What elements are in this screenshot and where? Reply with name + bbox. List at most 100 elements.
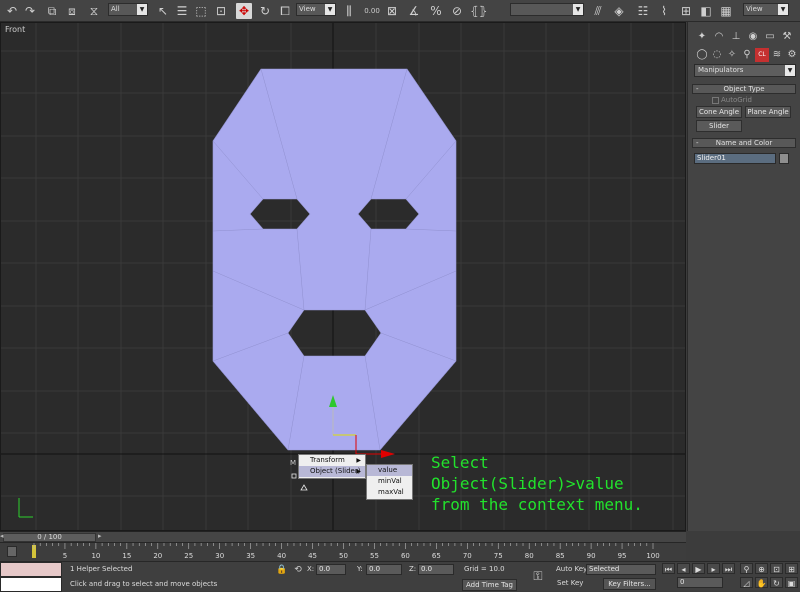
shapes-icon[interactable]: ◌: [710, 48, 724, 62]
lock-selection-icon[interactable]: 🔒: [274, 562, 290, 578]
collapse-icon: -: [696, 139, 699, 147]
field-of-view-icon[interactable]: ◿: [740, 577, 753, 588]
material-editor-icon[interactable]: ◧: [698, 3, 714, 19]
pan-view-icon[interactable]: ✋: [755, 577, 768, 588]
undo-icon[interactable]: ↶: [4, 3, 20, 19]
utilities-tab-icon[interactable]: ⚒: [780, 30, 794, 44]
spinner-snap-icon[interactable]: ⊘: [449, 3, 465, 19]
maximize-viewport-icon[interactable]: ▣: [785, 577, 798, 588]
object-name-field[interactable]: Slider01: [694, 153, 776, 164]
display-tab-icon[interactable]: ▭: [763, 30, 777, 44]
orbit-icon[interactable]: ↻: [770, 577, 783, 588]
auto-key-button[interactable]: Auto Key: [556, 565, 587, 573]
go-to-end-icon[interactable]: ⏭: [722, 563, 735, 574]
menu-item-value[interactable]: value: [367, 465, 412, 476]
systems-icon[interactable]: ⚙: [785, 48, 799, 62]
maxscript-mini-listener[interactable]: [0, 577, 62, 592]
hierarchy-tab-icon[interactable]: ⊥: [729, 30, 743, 44]
ruler-tick-label: 90: [587, 552, 596, 560]
menu-item-minval[interactable]: minVal: [367, 476, 412, 487]
link-icon[interactable]: ⧉: [44, 3, 60, 19]
zoom-extents-all-icon[interactable]: ⊞: [785, 563, 798, 574]
ruler-tick-label: 10: [91, 552, 100, 560]
ruler-tick-label: 50: [339, 552, 348, 560]
mask-mesh: [212, 68, 457, 451]
x-coordinate-field[interactable]: 0.0: [316, 564, 346, 575]
move-icon[interactable]: ✥: [236, 3, 252, 19]
z-label: Z:: [409, 565, 417, 573]
menu-item-transform[interactable]: Transform ▶: [299, 455, 365, 466]
percent-snap-icon[interactable]: %: [428, 3, 444, 19]
submenu-arrow-icon: ▶: [356, 468, 361, 475]
bind-space-warp-icon[interactable]: ⧖: [86, 3, 102, 19]
ruler-tick-label: 100: [646, 552, 659, 560]
snap-value-field[interactable]: 0.00: [364, 3, 380, 19]
viewport-label[interactable]: Front: [5, 25, 25, 34]
geometry-icon[interactable]: ◯: [695, 48, 709, 62]
previous-key-icon[interactable]: ◂: [677, 563, 690, 574]
maxscript-listener-field[interactable]: [0, 562, 62, 577]
autogrid-checkbox[interactable]: AutoGrid: [712, 96, 752, 104]
play-icon[interactable]: ▶: [692, 563, 705, 574]
prev-frame-icon[interactable]: ◂: [0, 532, 4, 540]
select-object-icon[interactable]: ↖: [155, 3, 171, 19]
align-icon[interactable]: ◈: [611, 3, 627, 19]
key-icon[interactable]: ⚿: [530, 568, 546, 584]
rect-selection-icon[interactable]: ⬚: [193, 3, 209, 19]
create-tab-icon[interactable]: ✦: [695, 30, 709, 44]
name-and-color-rollout[interactable]: - Name and Color: [692, 138, 796, 148]
scale-icon[interactable]: ⧠: [277, 3, 293, 19]
key-mode-dropdown[interactable]: Selected: [586, 564, 656, 575]
schematic-view-icon[interactable]: ⊞: [678, 3, 694, 19]
reference-coord-dropdown[interactable]: View ▼: [296, 3, 336, 16]
object-type-rollout[interactable]: - Object Type: [692, 84, 796, 94]
chevron-down-icon: ▼: [137, 4, 147, 15]
render-view-dropdown[interactable]: View ▼: [743, 3, 789, 16]
unlink-icon[interactable]: ⧈: [64, 3, 80, 19]
select-by-name-icon[interactable]: ☰: [174, 3, 190, 19]
plane-angle-button[interactable]: Plane Angle: [745, 106, 791, 118]
view-axis-tripod: [18, 498, 33, 518]
pivot-center-icon[interactable]: ⫼: [341, 3, 357, 19]
add-time-tag-button[interactable]: Add Time Tag: [462, 579, 517, 591]
helpers-icon[interactable]: CL: [755, 48, 769, 62]
curve-editor-icon[interactable]: ⌇: [656, 3, 672, 19]
zoom-all-icon[interactable]: ⊕: [755, 563, 768, 574]
render-setup-icon[interactable]: ▦: [718, 3, 734, 19]
cameras-icon[interactable]: ⚲: [740, 48, 754, 62]
go-to-start-icon[interactable]: ⏮: [662, 563, 675, 574]
rotate-icon[interactable]: ↻: [257, 3, 273, 19]
zoom-icon[interactable]: ⚲: [740, 563, 753, 574]
slider-button[interactable]: Slider: [696, 120, 742, 132]
modify-tab-icon[interactable]: ◠: [712, 30, 726, 44]
space-warps-icon[interactable]: ≋: [770, 48, 784, 62]
selection-filter-dropdown[interactable]: All ▼: [108, 3, 148, 16]
cone-angle-button[interactable]: Cone Angle: [696, 106, 742, 118]
edit-named-selection-icon[interactable]: ⦃⦄: [470, 3, 488, 19]
window-crossing-icon[interactable]: ⊡: [213, 3, 229, 19]
next-frame-icon[interactable]: ▸: [98, 532, 102, 540]
redo-icon[interactable]: ↷: [22, 3, 38, 19]
absolute-mode-icon[interactable]: ⟲: [290, 562, 306, 578]
zoom-extents-icon[interactable]: ⊡: [770, 563, 783, 574]
grid-size-label: Grid = 10.0: [464, 565, 505, 573]
object-color-swatch[interactable]: [779, 153, 789, 164]
layer-manager-icon[interactable]: ☷: [635, 3, 651, 19]
current-frame-field[interactable]: 0: [677, 577, 723, 588]
motion-tab-icon[interactable]: ◉: [746, 30, 760, 44]
menu-item-maxval[interactable]: maxVal: [367, 487, 412, 498]
set-key-button[interactable]: Set Key: [557, 579, 583, 587]
next-key-icon[interactable]: ▸: [707, 563, 720, 574]
time-slider-thumb[interactable]: 0 / 100: [3, 533, 96, 542]
key-filters-button[interactable]: Key Filters...: [603, 578, 656, 590]
lights-icon[interactable]: ✧: [725, 48, 739, 62]
angle-snap-icon[interactable]: ∡: [406, 3, 422, 19]
y-coordinate-field[interactable]: 0.0: [366, 564, 402, 575]
helper-category-dropdown[interactable]: Manipulators ▼: [694, 64, 796, 77]
menu-item-object-slider[interactable]: Object (Slider) ▶: [299, 466, 365, 477]
track-bar[interactable]: 5 10 15 20 25 30 35 40 45 50 55 60 65 70 75 80 85 90 95 100: [0, 542, 686, 561]
z-coordinate-field[interactable]: 0.0: [418, 564, 454, 575]
mirror-icon[interactable]: ⫻: [590, 3, 606, 19]
snap-toggle-icon[interactable]: ⊠: [384, 3, 400, 19]
named-selection-dropdown[interactable]: ▼: [510, 3, 584, 16]
